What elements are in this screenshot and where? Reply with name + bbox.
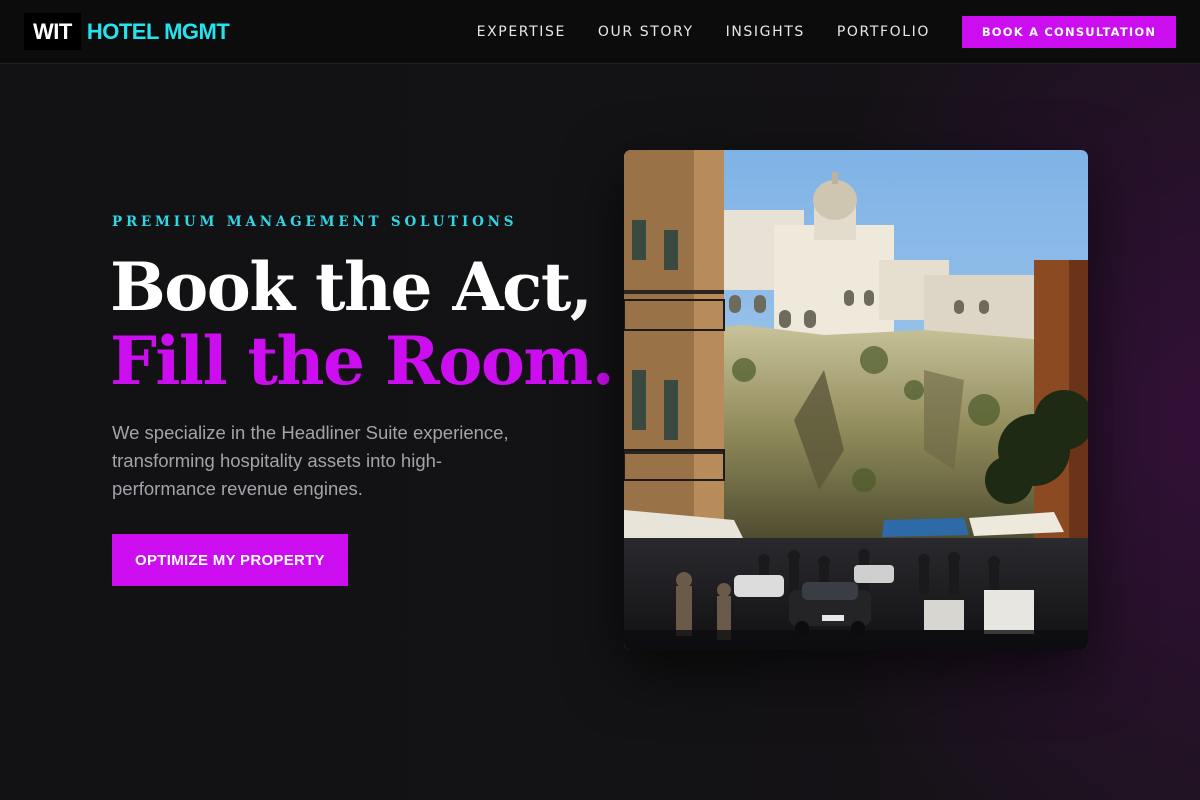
hero-image (624, 150, 1088, 650)
headline-line-1: Book the Act, (110, 248, 593, 326)
nav-link-our-story[interactable]: OUR STORY (598, 24, 694, 40)
headline-line-2: Fill the Room. (110, 322, 615, 400)
optimize-property-button[interactable]: OPTIMIZE MY PROPERTY (112, 534, 348, 586)
hero-headline: Book the Act, Fill the Room. (110, 248, 615, 400)
nav-link-insights[interactable]: INSIGHTS (726, 24, 805, 40)
hero-description: We specialize in the Headliner Suite exp… (112, 422, 509, 499)
nav-link-expertise[interactable]: EXPERTISE (477, 24, 566, 40)
site-logo[interactable]: WIT HOTEL MGMT (24, 13, 230, 50)
hero-eyebrow: PREMIUM MANAGEMENT SOLUTIONS (112, 214, 518, 230)
logo-mark: WIT (24, 13, 81, 50)
nav-link-portfolio[interactable]: PORTFOLIO (837, 24, 930, 40)
mediterranean-street-photo (624, 150, 1088, 650)
top-navigation: WIT HOTEL MGMT EXPERTISE OUR STORY INSIG… (0, 0, 1200, 64)
logo-text: HOTEL MGMT (86, 18, 230, 44)
nav-links: EXPERTISE OUR STORY INSIGHTS PORTFOLIO (445, 0, 930, 63)
book-consultation-button[interactable]: BOOK A CONSULTATION (962, 16, 1176, 48)
